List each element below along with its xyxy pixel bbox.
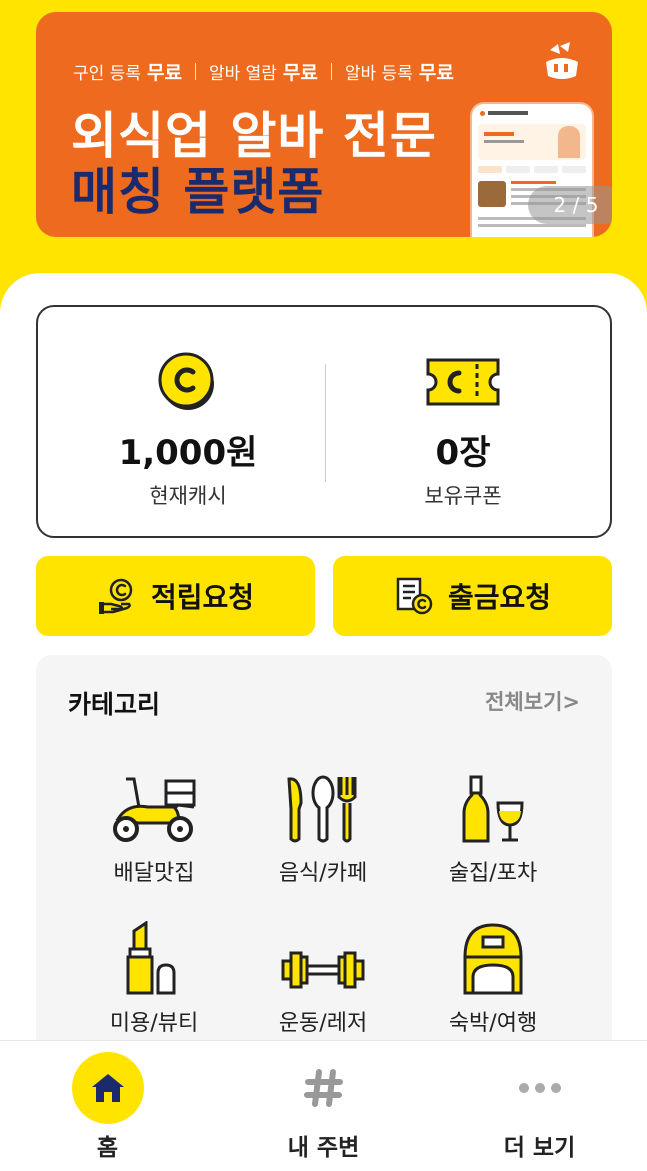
- dumbbell-icon: [248, 905, 398, 995]
- withdraw-request-button[interactable]: 출금요청: [333, 556, 612, 636]
- nav-label: 내 주변: [287, 1135, 360, 1161]
- category-label: 미용/뷰티: [109, 1011, 199, 1036]
- category-label: 운동/레저: [278, 1011, 368, 1036]
- banner-tag-badge: 무료: [146, 62, 182, 84]
- divider: [325, 364, 326, 482]
- cash-section[interactable]: 1,000원 현재캐시: [63, 347, 313, 510]
- coupon-section[interactable]: 0장 보유쿠폰: [338, 347, 588, 510]
- category-label: 술집/포차: [448, 861, 538, 886]
- ticket-icon: [338, 347, 588, 417]
- more-icon: [504, 1052, 576, 1124]
- brand-logo-icon: [536, 36, 588, 88]
- divider: [194, 63, 196, 80]
- banner-tag-label: 구인 등록: [73, 64, 141, 84]
- wallet-card: 1,000원 현재캐시 0장 보유쿠폰: [36, 305, 612, 538]
- cash-label: 현재캐시: [149, 484, 227, 508]
- banner-tag-badge: 무료: [282, 62, 318, 84]
- backpack-icon: [418, 905, 568, 995]
- nav-label: 홈: [96, 1135, 119, 1161]
- lipstick-icon: [79, 905, 229, 995]
- banner-tag: 구인 등록 무료: [73, 58, 182, 85]
- coupon-value: 0장: [435, 433, 491, 473]
- earn-request-label: 적립요청: [150, 581, 255, 614]
- category-item-sports-leisure[interactable]: 운동/레저: [248, 905, 398, 1037]
- category-section: 카테고리 전체보기> 배달맛집 음식/카페 술집/포차 미용/뷰티 운동/레저 …: [36, 655, 612, 1055]
- banner-tag-badge: 무료: [418, 62, 454, 84]
- coupon-label: 보유쿠폰: [424, 484, 502, 508]
- banner-pager: 2 / 5: [528, 186, 612, 224]
- cash-value: 1,000원: [118, 433, 258, 473]
- wine-icon: [418, 755, 568, 845]
- promo-banner[interactable]: 구인 등록 무료 알바 열람 무료 알바 등록 무료 외식업 알바 전문 매칭 …: [36, 12, 612, 237]
- banner-tag: 알바 열람 무료: [209, 58, 318, 85]
- nav-item-home[interactable]: 홈: [0, 1041, 215, 1171]
- banner-tag-label: 알바 열람: [208, 64, 277, 84]
- banner-tag: 알바 등록 무료: [345, 58, 454, 85]
- cutlery-icon: [248, 755, 398, 845]
- bottom-nav: 홈 내 주변 더 보기: [0, 1040, 647, 1171]
- nav-item-nearby[interactable]: 내 주변: [216, 1041, 431, 1171]
- hand-coin-icon: [97, 576, 137, 616]
- category-item-beauty[interactable]: 미용/뷰티: [79, 905, 229, 1037]
- banner-subheadline: 매칭 플랫폼: [71, 163, 325, 221]
- earn-request-button[interactable]: 적립요청: [36, 556, 315, 636]
- scooter-icon: [79, 755, 229, 845]
- nav-item-more[interactable]: 더 보기: [432, 1041, 647, 1171]
- receipt-coin-icon: [394, 576, 434, 616]
- hash-icon: [288, 1052, 360, 1124]
- home-icon: [71, 1052, 144, 1124]
- category-label: 숙박/여행: [448, 1011, 538, 1036]
- divider: [330, 63, 332, 80]
- view-all-link[interactable]: 전체보기>: [485, 686, 580, 716]
- category-item-food-cafe[interactable]: 음식/카페: [248, 755, 398, 887]
- nav-label: 더 보기: [503, 1135, 576, 1161]
- withdraw-request-label: 출금요청: [447, 581, 552, 614]
- category-label: 음식/카페: [278, 861, 368, 886]
- category-item-bar-pub[interactable]: 술집/포차: [418, 755, 568, 887]
- category-item-delivery[interactable]: 배달맛집: [79, 755, 229, 887]
- category-title: 카테고리: [68, 690, 161, 719]
- banner-tag-label: 알바 등록: [344, 64, 413, 84]
- category-item-lodging-travel[interactable]: 숙박/여행: [418, 905, 568, 1037]
- category-label: 배달맛집: [113, 861, 195, 886]
- banner-tags: 구인 등록 무료 알바 열람 무료 알바 등록 무료: [73, 58, 454, 85]
- coin-icon: [63, 347, 313, 417]
